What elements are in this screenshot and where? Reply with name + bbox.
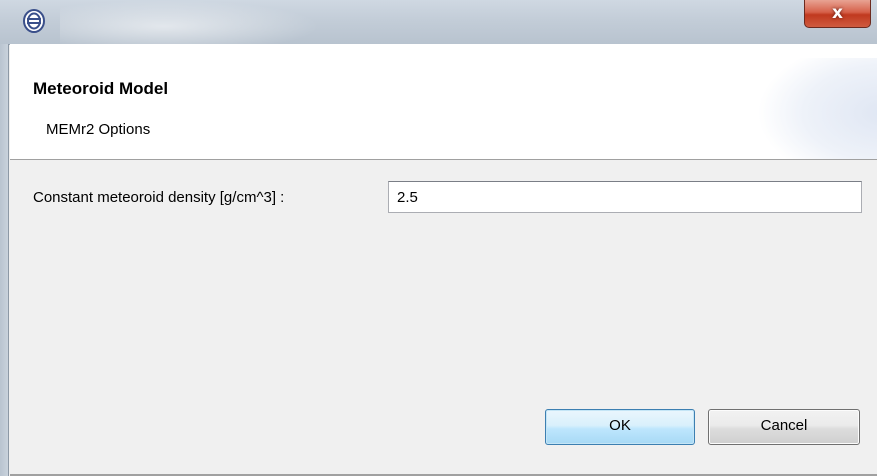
- title-bar-glow: [60, 0, 320, 44]
- close-button[interactable]: x: [804, 0, 871, 28]
- header-banner-graphic: [757, 58, 877, 159]
- dialog-header: Meteoroid Model MEMr2 Options: [10, 58, 877, 160]
- page-subtitle: MEMr2 Options: [46, 121, 151, 138]
- dialog-window: x Meteoroid Model MEMr2 Options Constant…: [0, 0, 877, 476]
- header-top-strip: [10, 44, 877, 58]
- page-title: Meteoroid Model: [33, 79, 169, 98]
- eclipse-icon: [22, 8, 46, 34]
- close-icon: x: [832, 3, 843, 23]
- density-label: Constant meteoroid density [g/cm^3] :: [33, 189, 285, 206]
- title-bar[interactable]: x: [0, 0, 877, 45]
- density-input[interactable]: [388, 181, 862, 213]
- cancel-button[interactable]: Cancel: [708, 409, 860, 445]
- ok-button[interactable]: OK: [545, 409, 695, 445]
- window-frame-left: [0, 44, 9, 476]
